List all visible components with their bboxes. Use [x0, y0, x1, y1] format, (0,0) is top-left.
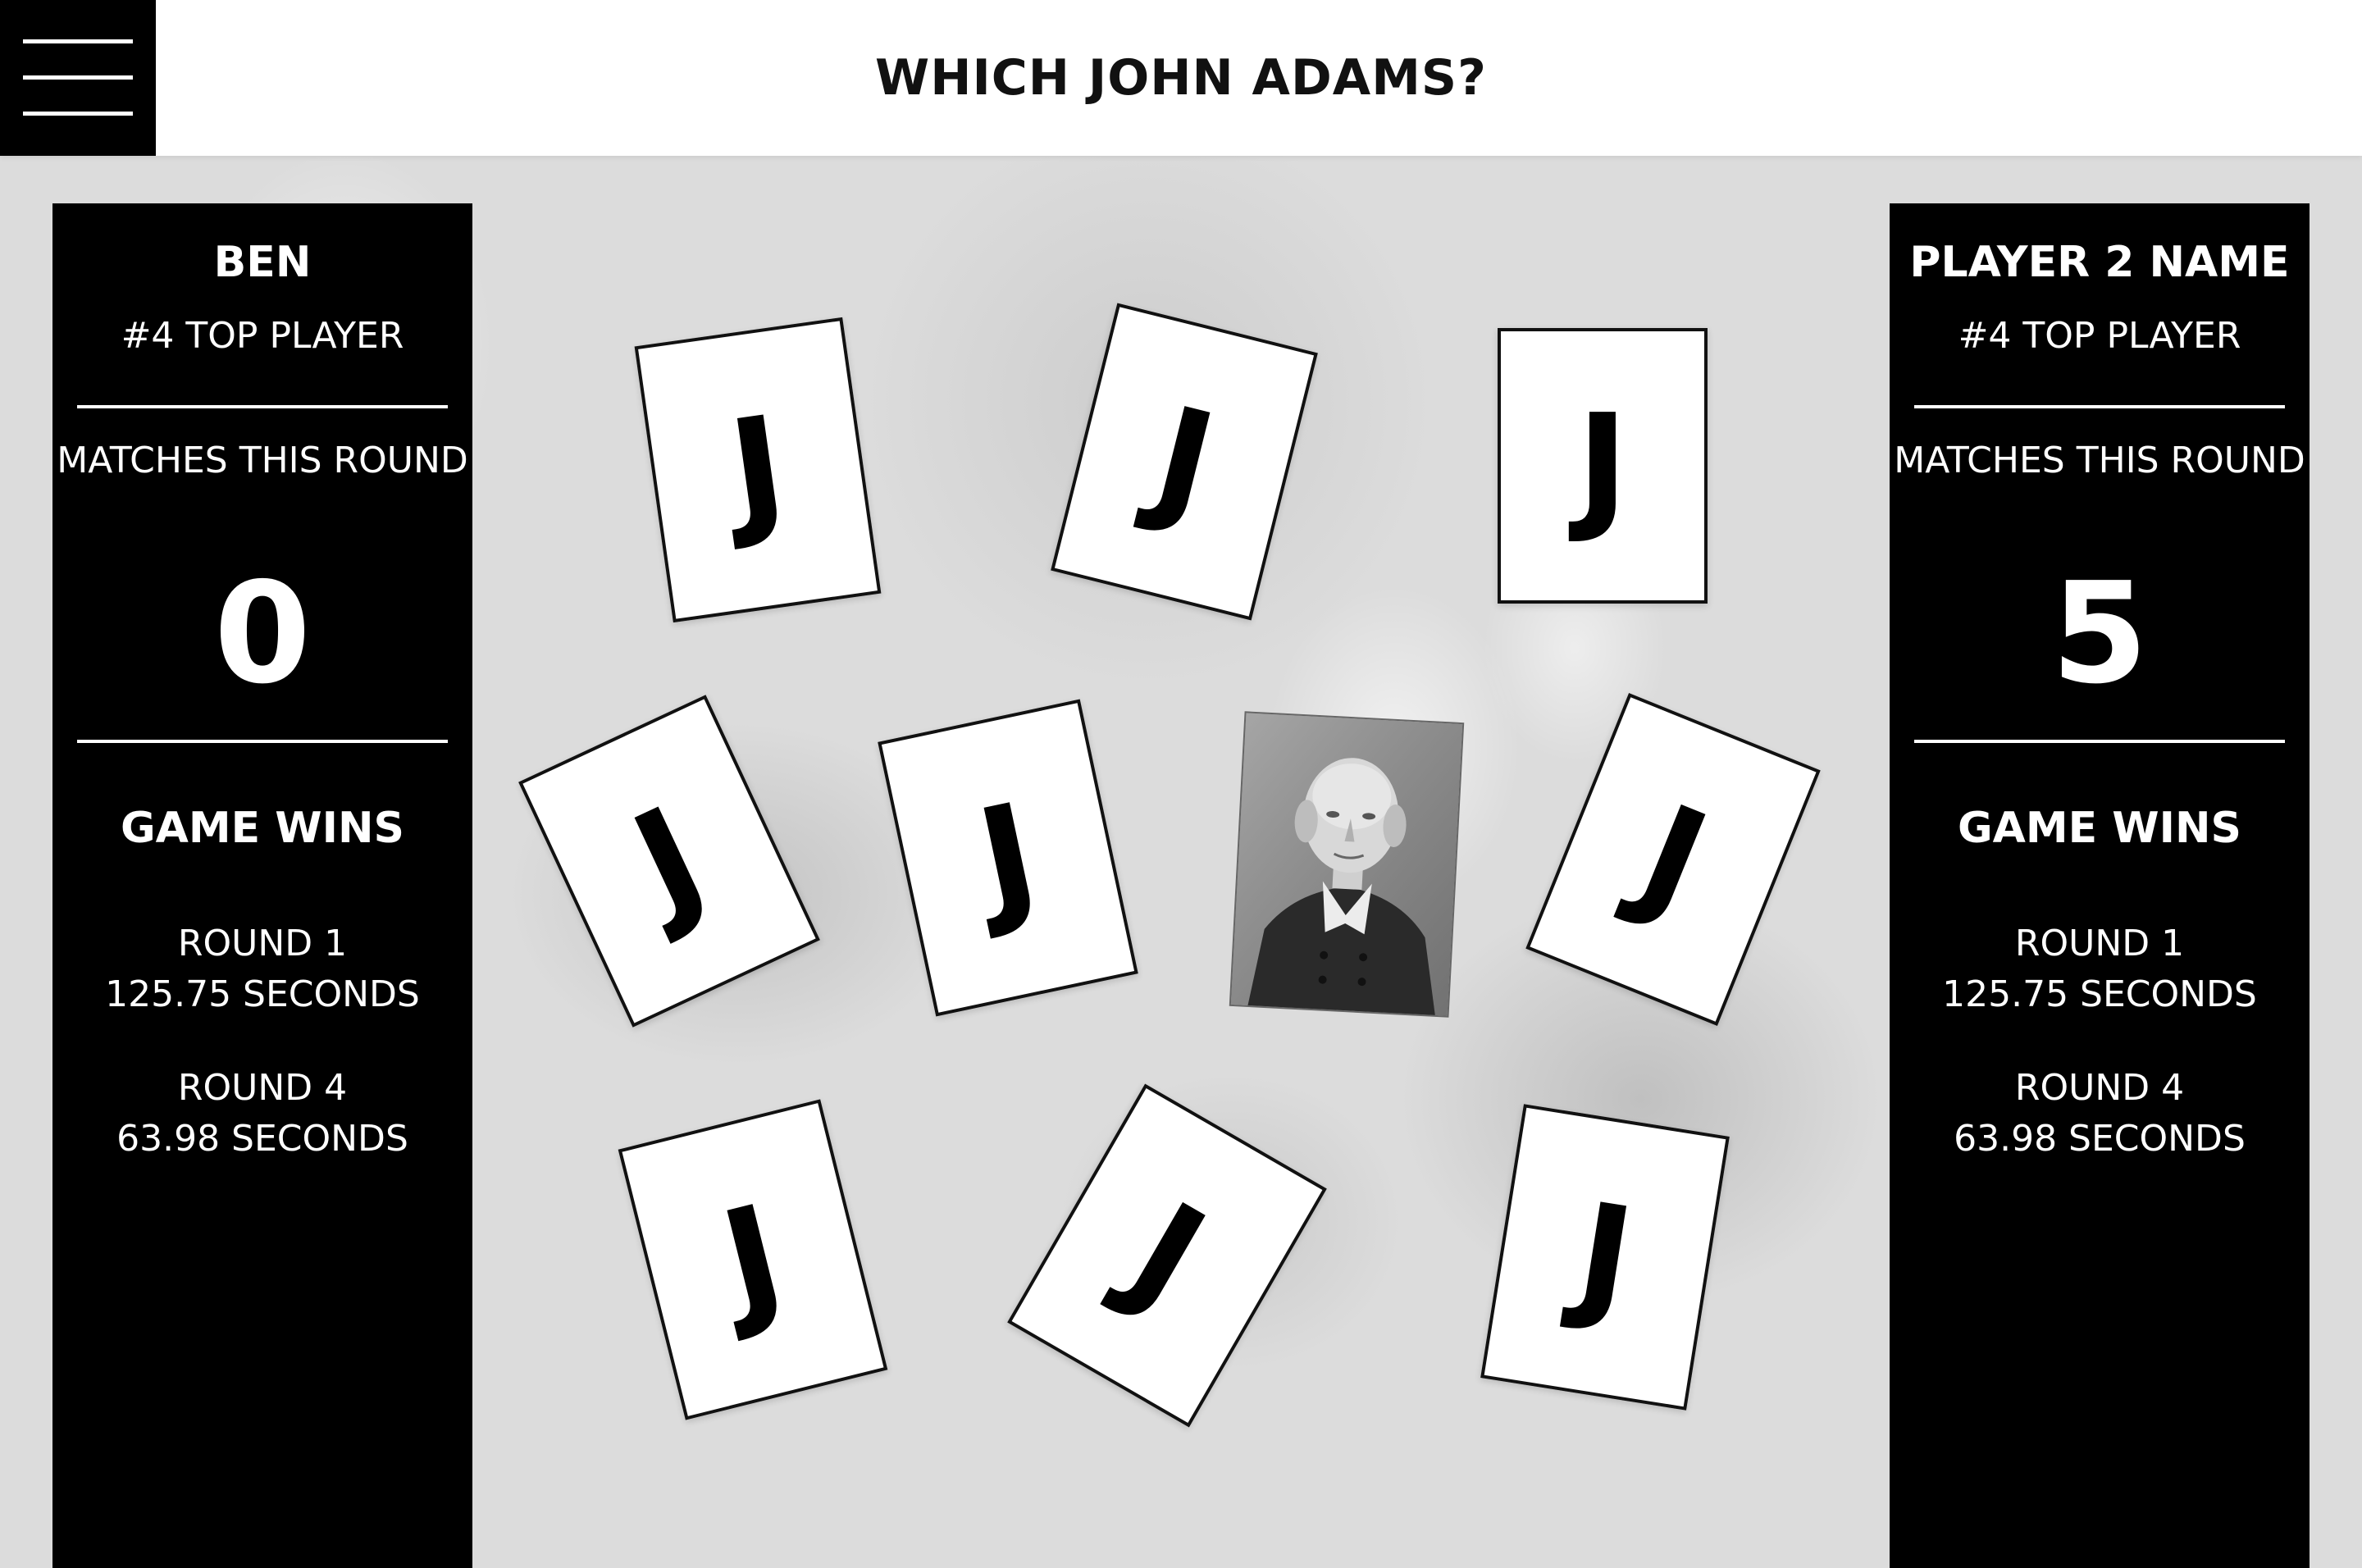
player-1-panel: BEN #4 TOP PLAYER MATCHES THIS ROUND 0 G… [52, 203, 472, 1568]
john-adams-portrait-card[interactable] [1229, 711, 1465, 1018]
game-wins-label: GAME WINS [1958, 804, 2241, 853]
matches-label: MATCHES THIS ROUND [1894, 440, 2305, 481]
memory-card[interactable]: J [1498, 328, 1708, 604]
matches-value: 0 [213, 553, 312, 715]
divider [77, 740, 448, 743]
player-name: PLAYER 2 NAME [1909, 238, 2290, 287]
round-time: 125.75 SECONDS [105, 973, 420, 1015]
matches-label: MATCHES THIS ROUND [57, 440, 468, 481]
player-name: BEN [213, 238, 312, 287]
matches-value: 5 [2050, 553, 2149, 715]
menu-line [23, 39, 133, 43]
menu-line [23, 75, 133, 80]
divider [1914, 405, 2285, 408]
round-label: ROUND 1 [177, 923, 348, 964]
hamburger-menu-button[interactable] [0, 0, 156, 156]
divider [77, 405, 448, 408]
memory-card[interactable]: J [1480, 1104, 1730, 1411]
player-rank: #4 TOP PLAYER [121, 315, 404, 357]
menu-line [23, 112, 133, 116]
round-label: ROUND 4 [177, 1067, 348, 1109]
portrait-image [1230, 713, 1465, 1018]
player-rank: #4 TOP PLAYER [1958, 315, 2241, 357]
round-time: 125.75 SECONDS [1942, 973, 2257, 1015]
game-wins-label: GAME WINS [121, 804, 404, 853]
round-label: ROUND 4 [2014, 1067, 2185, 1109]
round-time: 63.98 SECONDS [116, 1118, 408, 1160]
memory-card[interactable]: J [634, 317, 882, 623]
round-label: ROUND 1 [2014, 923, 2185, 964]
player-2-panel: PLAYER 2 NAME #4 TOP PLAYER MATCHES THIS… [1890, 203, 2310, 1568]
top-bar: WHICH JOHN ADAMS? [0, 0, 2362, 156]
round-time: 63.98 SECONDS [1954, 1118, 2246, 1160]
page-title: WHICH JOHN ADAMS? [875, 49, 1487, 107]
divider [1914, 740, 2285, 743]
